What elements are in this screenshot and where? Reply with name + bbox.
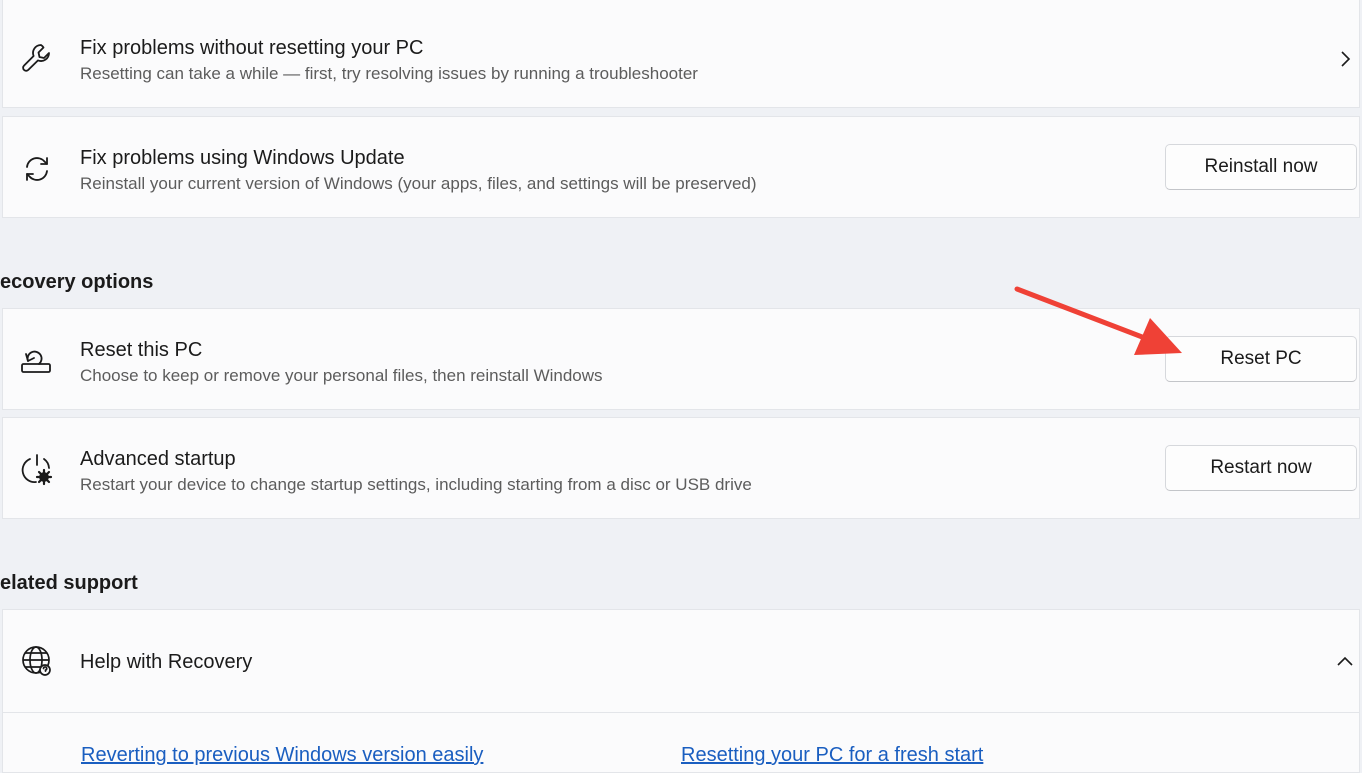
recovery-options-heading: ecovery options (0, 271, 154, 293)
reset-pc-desc: Choose to keep or remove your personal f… (80, 366, 603, 385)
fix-without-reset-title: Fix problems without resetting your PC (80, 37, 424, 59)
fix-without-reset-desc: Resetting can take a while — first, try … (80, 64, 698, 83)
globe-help-icon (19, 643, 55, 679)
reverting-link[interactable]: Reverting to previous Windows version ea… (81, 744, 483, 767)
annotation-arrow-icon (1014, 286, 1182, 355)
fix-windows-update-title: Fix problems using Windows Update (80, 147, 405, 169)
fix-without-reset-card[interactable]: Fix problems without resetting your PC R… (2, 0, 1360, 108)
fix-windows-update-desc: Reinstall your current version of Window… (80, 174, 757, 193)
restart-now-button[interactable]: Restart now (1165, 445, 1357, 491)
chevron-up-icon[interactable] (1335, 652, 1355, 672)
help-recovery-title: Help with Recovery (80, 651, 253, 673)
help-recovery-card[interactable]: Help with Recovery (2, 609, 1360, 713)
reset-pc-icon (19, 341, 55, 377)
reset-pc-title: Reset this PC (80, 339, 203, 361)
startup-gear-icon (19, 452, 55, 488)
advanced-startup-desc: Restart your device to change startup se… (80, 475, 752, 494)
advanced-startup-card: Advanced startup Restart your device to … (2, 417, 1360, 519)
resetting-link[interactable]: Resetting your PC for a fresh start (681, 744, 983, 767)
related-support-heading: elated support (0, 572, 138, 594)
reset-pc-button[interactable]: Reset PC (1165, 336, 1357, 382)
wrench-icon (19, 41, 55, 77)
fix-windows-update-card: Fix problems using Windows Update Reinst… (2, 116, 1360, 218)
chevron-right-icon (1335, 49, 1355, 69)
reinstall-now-button[interactable]: Reinstall now (1165, 144, 1357, 190)
advanced-startup-title: Advanced startup (80, 448, 236, 470)
sync-icon (19, 151, 55, 187)
